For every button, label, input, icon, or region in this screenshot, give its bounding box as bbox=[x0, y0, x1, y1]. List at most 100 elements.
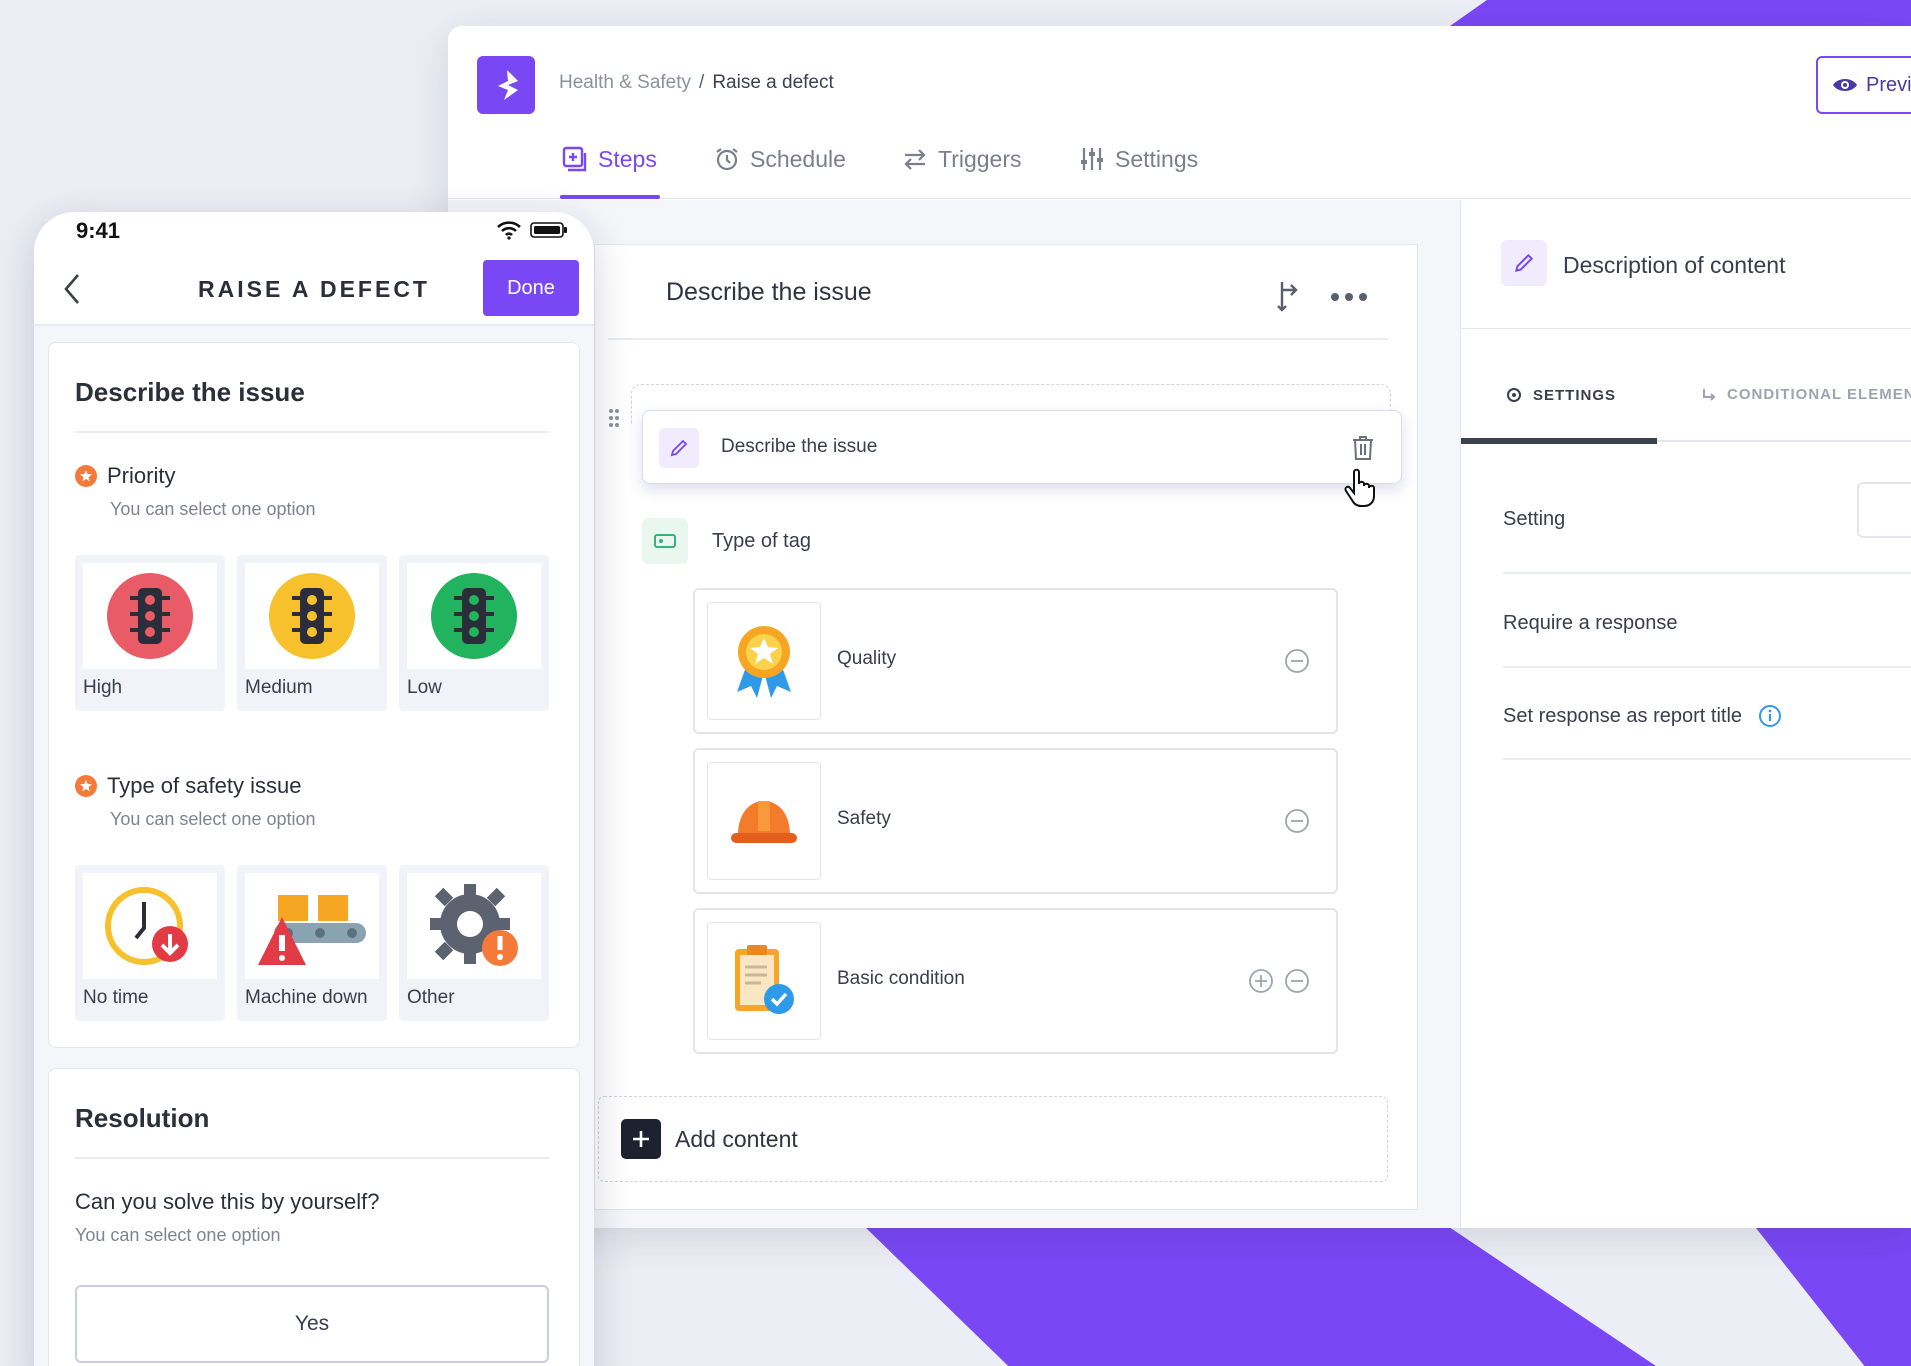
top-bar: Health & Safety / Raise a defect Previ Ste… bbox=[448, 26, 1911, 199]
tab-underline bbox=[1657, 440, 1911, 442]
option-controls bbox=[1248, 968, 1310, 994]
option-label: Other bbox=[407, 987, 455, 1008]
option-low[interactable]: Low bbox=[399, 555, 549, 711]
tab-steps-label: Steps bbox=[598, 146, 657, 172]
tag-icon bbox=[654, 534, 676, 548]
sliders-icon bbox=[1081, 148, 1103, 170]
dragged-item-card[interactable]: Describe the issue bbox=[642, 410, 1402, 484]
option-controls bbox=[1284, 648, 1310, 674]
option-high[interactable]: High bbox=[75, 555, 225, 711]
question-safety-type: Type of safety issue bbox=[75, 773, 301, 799]
tab-settings-label: Settings bbox=[1115, 146, 1199, 172]
tag-icon-box bbox=[642, 518, 688, 564]
desktop-window: Health & Safety / Raise a defect Previ Ste… bbox=[448, 26, 1911, 1228]
bg-chevron-left bbox=[866, 1228, 1656, 1366]
remove-circle-icon[interactable] bbox=[1284, 968, 1310, 994]
card-title: Resolution bbox=[75, 1103, 210, 1133]
bg-shape-top bbox=[1450, 0, 1911, 26]
bg-chevron-right bbox=[1756, 1228, 1911, 1366]
add-circle-icon[interactable] bbox=[1248, 968, 1274, 994]
tab-panel-conditional[interactable]: CONDITIONAL ELEMEN bbox=[1701, 386, 1911, 403]
preview-button[interactable]: Previ bbox=[1816, 56, 1911, 114]
trash-icon[interactable] bbox=[1351, 435, 1375, 461]
pencil-icon bbox=[1514, 253, 1534, 273]
option-machine-down[interactable]: Machine down bbox=[237, 865, 387, 1021]
option-no-time[interactable]: No time bbox=[75, 865, 225, 1021]
option-label: High bbox=[83, 677, 123, 698]
question-label: Type of safety issue bbox=[107, 773, 302, 798]
corner-arrow-icon bbox=[1703, 388, 1716, 401]
row-divider bbox=[1503, 572, 1911, 574]
checklist-clipboard-icon bbox=[707, 922, 821, 1040]
breadcrumb-current: Raise a defect bbox=[712, 72, 834, 93]
app-logo[interactable] bbox=[477, 56, 535, 114]
swap-arrows-icon bbox=[904, 149, 926, 170]
tab-triggers[interactable]: Triggers bbox=[902, 146, 1022, 199]
question-hint: You can select one option bbox=[75, 1225, 281, 1245]
question-hint: You can select one option bbox=[110, 809, 316, 829]
option-label: Medium bbox=[245, 677, 313, 698]
required-star-icon bbox=[75, 775, 97, 797]
plus-icon bbox=[621, 1119, 661, 1159]
option-quality-label: Quality bbox=[837, 648, 897, 669]
option-label: No time bbox=[83, 987, 149, 1008]
status-icons bbox=[496, 220, 568, 240]
setting-select[interactable] bbox=[1857, 482, 1911, 538]
traffic-light-yellow-icon bbox=[245, 563, 379, 669]
question-label: Can you solve this by yourself? bbox=[75, 1189, 380, 1214]
yes-button[interactable]: Yes bbox=[75, 1285, 549, 1363]
option-medium[interactable]: Medium bbox=[237, 555, 387, 711]
tab-triggers-label: Triggers bbox=[938, 146, 1022, 172]
option-other[interactable]: Other bbox=[399, 865, 549, 1021]
branch-icon[interactable] bbox=[1274, 280, 1302, 312]
pencil-icon-box bbox=[1501, 240, 1547, 286]
tab-schedule[interactable]: Schedule bbox=[714, 146, 846, 199]
add-content-button[interactable]: Add content bbox=[598, 1096, 1388, 1182]
panel-title: Description of content bbox=[1563, 252, 1786, 278]
breadcrumb-separator: / bbox=[699, 72, 705, 93]
option-safety-label: Safety bbox=[837, 808, 891, 829]
row-divider bbox=[1503, 666, 1911, 668]
properties-panel: Description of content SETTINGS CONDITIO… bbox=[1460, 200, 1911, 1228]
remove-circle-icon[interactable] bbox=[1284, 808, 1310, 834]
tab-panel-conditional-label: CONDITIONAL ELEMEN bbox=[1727, 386, 1911, 403]
question-priority: Priority bbox=[75, 463, 175, 489]
option-safety[interactable]: Safety bbox=[693, 748, 1338, 894]
remove-circle-icon[interactable] bbox=[1284, 648, 1310, 674]
card-title: Describe the issue bbox=[75, 377, 305, 407]
panel-divider bbox=[1461, 328, 1911, 329]
step-title[interactable]: Describe the issue bbox=[666, 278, 872, 307]
pencil-icon-box bbox=[659, 428, 699, 468]
tab-steps[interactable]: Steps bbox=[560, 146, 660, 199]
dragged-item-label: Describe the issue bbox=[721, 436, 878, 457]
tab-panel-settings[interactable]: SETTINGS bbox=[1505, 386, 1616, 404]
gear-alert-icon bbox=[407, 873, 541, 979]
question-hint: You can select one option bbox=[110, 499, 316, 519]
tag-type-label: Type of tag bbox=[712, 530, 811, 552]
require-response-label: Require a response bbox=[1503, 612, 1678, 634]
question-label: Priority bbox=[107, 463, 176, 488]
active-tab-indicator bbox=[1461, 438, 1657, 444]
tab-schedule-label: Schedule bbox=[750, 146, 846, 172]
mobile-body: Describe the issue Priority You can sele… bbox=[34, 326, 594, 1366]
wifi-icon bbox=[497, 221, 521, 240]
breadcrumb-parent[interactable]: Health & Safety bbox=[559, 72, 691, 93]
steps-icon bbox=[562, 146, 587, 172]
info-icon[interactable] bbox=[1758, 704, 1782, 728]
logo-arrow-icon bbox=[498, 70, 518, 100]
more-options-icon[interactable] bbox=[1330, 292, 1368, 302]
clock-down-icon bbox=[83, 873, 217, 979]
traffic-light-green-icon bbox=[407, 563, 541, 669]
option-basic-condition[interactable]: Basic condition bbox=[693, 908, 1338, 1054]
award-ribbon-icon bbox=[707, 602, 821, 720]
card-divider bbox=[75, 1157, 549, 1159]
alarm-clock-icon bbox=[716, 148, 738, 171]
breadcrumb: Health & Safety / Raise a defect bbox=[559, 72, 834, 94]
status-time: 9:41 bbox=[76, 218, 121, 243]
battery-icon bbox=[530, 222, 567, 238]
drag-handle-icon[interactable] bbox=[608, 408, 620, 428]
tab-settings[interactable]: Settings bbox=[1079, 146, 1198, 199]
option-quality[interactable]: Quality bbox=[693, 588, 1338, 734]
done-button[interactable]: Done bbox=[483, 260, 579, 316]
option-controls bbox=[1284, 808, 1310, 834]
